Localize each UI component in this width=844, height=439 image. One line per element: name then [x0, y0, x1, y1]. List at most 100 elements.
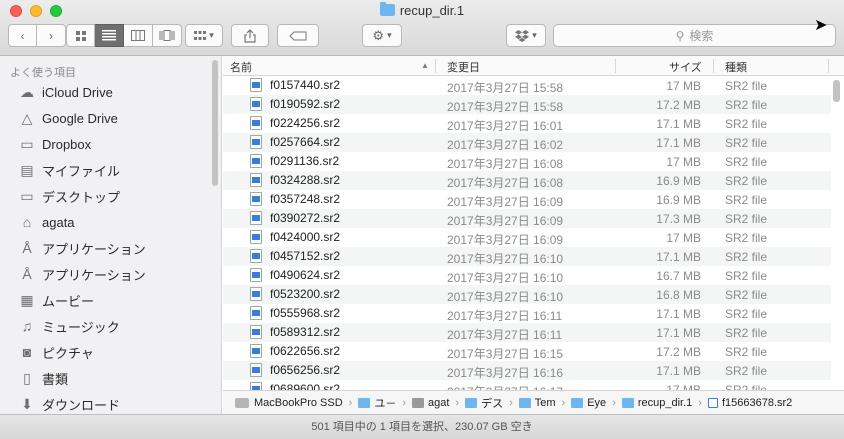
file-icon	[250, 344, 262, 358]
file-kind: SR2 file	[725, 231, 768, 245]
breadcrumb-item[interactable]: Tem ›	[518, 397, 565, 409]
file-name-cell: f0523200.sr2	[250, 287, 340, 301]
table-row[interactable]: f0622656.sr2 2017年3月27日 16:15 17.2 MB SR2 f…	[223, 342, 831, 361]
sidebar-item-label: アプリケーション	[42, 267, 146, 283]
file-kind: SR2 file	[725, 174, 768, 188]
file-kind: SR2 file	[725, 364, 768, 378]
column-view-button[interactable]	[124, 24, 153, 47]
file-name: f0490624.sr2	[270, 268, 341, 282]
table-row[interactable]: f0689600.sr2 2017年3月27日 16:17 17 MB SR2 fil…	[223, 380, 831, 390]
document-icon: ▯	[23, 369, 31, 386]
file-name: f0589312.sr2	[270, 325, 341, 339]
file-kind: SR2 file	[725, 250, 768, 264]
dropbox-button[interactable]: ▾	[506, 24, 546, 47]
breadcrumb-label: MacBookPro SSD	[254, 396, 343, 409]
back-button[interactable]: ‹	[8, 24, 37, 47]
file-date: 2017年3月27日 16:09	[447, 233, 564, 247]
table-row[interactable]: f0257664.sr2 2017年3月27日 16:02 17.1 MB SR2 f…	[223, 133, 831, 152]
file-kind: SR2 file	[725, 98, 768, 112]
sidebar-item[interactable]: ▦ ムービー	[0, 288, 210, 312]
table-row[interactable]: f0190592.sr2 2017年3月27日 15:58 17.2 MB SR2 f…	[223, 95, 831, 114]
table-row[interactable]: f0490624.sr2 2017年3月27日 16:10 16.7 MB SR2 f…	[223, 266, 831, 285]
sidebar-item[interactable]: ⌂ agata	[0, 210, 210, 234]
file-name-cell: f0589312.sr2	[250, 325, 340, 339]
table-row[interactable]: f0390272.sr2 2017年3月27日 16:09 17.3 MB SR2 f…	[223, 209, 831, 228]
file-kind: SR2 file	[725, 307, 768, 321]
sidebar-item[interactable]: Å アプリケーション	[0, 262, 210, 286]
sidebar-item-label: マイファイル	[42, 163, 121, 179]
file-date: 2017年3月27日 16:10	[447, 271, 564, 285]
sidebar-item[interactable]: ☁ iCloud Drive	[0, 80, 210, 104]
file-date: 2017年3月27日 16:08	[447, 176, 564, 190]
file-size: 17 MB	[666, 79, 701, 93]
sidebar-item[interactable]: ♫ ミュージック	[0, 314, 210, 338]
file-name: f0656256.sr2	[270, 363, 341, 377]
table-row[interactable]: f0457152.sr2 2017年3月27日 16:10 17.1 MB SR2 f…	[223, 247, 831, 266]
chevron-right-icon: ›	[402, 396, 406, 409]
table-row[interactable]: f0656256.sr2 2017年3月27日 16:16 17.1 MB SR2 f…	[223, 361, 831, 380]
list-scrollbar[interactable]	[833, 80, 840, 102]
breadcrumb-item[interactable]: agat ›	[412, 397, 459, 409]
sidebar-item-label: Google Drive	[42, 110, 118, 126]
search-placeholder: 検索	[689, 29, 714, 43]
table-row[interactable]: f0424000.sr2 2017年3月27日 16:09 17 MB SR2 fil…	[223, 228, 831, 247]
breadcrumb-item[interactable]: recup_dir.1 ›	[621, 397, 702, 409]
search-field[interactable]: ⚲ 検索	[553, 24, 836, 47]
file-name: f0424000.sr2	[270, 230, 341, 244]
cover-flow-button[interactable]	[153, 24, 182, 47]
desktop-icon: ▭	[20, 187, 34, 204]
breadcrumb-item[interactable]: MacBookPro SSD ›	[235, 397, 352, 409]
file-date: 2017年3月27日 16:01	[447, 119, 564, 133]
search-icon: ⚲	[675, 28, 685, 43]
list-view-button[interactable]	[95, 24, 124, 47]
sidebar-item[interactable]: ▭ デスクトップ	[0, 184, 210, 208]
table-row[interactable]: f0555968.sr2 2017年3月27日 16:11 17.1 MB SR2 f…	[223, 304, 831, 323]
sidebar-item[interactable]: ⬇ ダウンロード	[0, 392, 210, 414]
table-row[interactable]: f0523200.sr2 2017年3月27日 16:10 16.8 MB SR2 f…	[223, 285, 831, 304]
table-row[interactable]: f0291136.sr2 2017年3月27日 16:08 17 MB SR2 fil…	[223, 152, 831, 171]
apps-icon: Å	[22, 240, 32, 256]
file-size: 17.1 MB	[656, 136, 701, 150]
folder-icon	[621, 397, 634, 408]
group-by-button[interactable]: ▾	[185, 24, 223, 47]
folder-icon	[518, 397, 531, 408]
share-button[interactable]	[231, 24, 269, 47]
status-bar: 501 項目中の 1 項目を選択、230.07 GB 空き	[0, 414, 844, 439]
breadcrumb-item[interactable]: f15663678.sr2	[707, 397, 792, 409]
file-name-cell: f0291136.sr2	[250, 154, 339, 168]
sidebar-item[interactable]: ▭ Dropbox	[0, 132, 210, 156]
breadcrumb-item[interactable]: ユ－ ›	[358, 395, 406, 411]
sidebar-item[interactable]: ▤ マイファイル	[0, 158, 210, 182]
table-row[interactable]: f0589312.sr2 2017年3月27日 16:11 17.1 MB SR2 f…	[223, 323, 831, 342]
table-row[interactable]: f0157440.sr2 2017年3月27日 15:58 17 MB SR2 fil…	[223, 76, 831, 95]
table-row[interactable]: f0224256.sr2 2017年3月27日 16:01 17.1 MB SR2 f…	[223, 114, 831, 133]
file-date: 2017年3月27日 16:09	[447, 214, 564, 228]
sidebar-item[interactable]: ▯ 書類	[0, 366, 210, 390]
column-header-name[interactable]: 名前	[230, 59, 252, 75]
chevron-right-icon: ›	[49, 28, 53, 43]
breadcrumb-item[interactable]: Eye ›	[571, 397, 616, 409]
sidebar-item[interactable]: Å アプリケーション	[0, 236, 210, 260]
table-row[interactable]: f0357248.sr2 2017年3月27日 16:09 16.9 MB SR2 f…	[223, 190, 831, 209]
table-row[interactable]: f0324288.sr2 2017年3月27日 16:08 16.9 MB SR2 f…	[223, 171, 831, 190]
breadcrumb-label: デス	[481, 397, 504, 410]
column-header-date[interactable]: 変更日	[447, 59, 480, 75]
file-name: f0257664.sr2	[270, 135, 341, 149]
sidebar-item[interactable]: ◙ ピクチャ	[0, 340, 210, 364]
sidebar-item-label: agata	[42, 214, 75, 230]
file-name: f0324288.sr2	[270, 173, 341, 187]
sidebar-item-label: ミュージック	[42, 319, 120, 335]
column-header-size[interactable]: サイズ	[669, 59, 702, 75]
forward-button[interactable]: ›	[37, 24, 66, 47]
tag-button[interactable]	[277, 24, 319, 47]
film-icon: ▦	[20, 291, 34, 308]
sidebar-scrollbar[interactable]	[212, 60, 218, 186]
sidebar-item[interactable]: △ Google Drive	[0, 106, 210, 130]
action-button[interactable]: ⚙ ▾	[362, 24, 402, 47]
icon-view-button[interactable]	[66, 24, 95, 47]
chevron-right-icon: ›	[455, 396, 460, 409]
file-name: f0457152.sr2	[270, 249, 341, 263]
sidebar-item-label: 書類	[42, 371, 69, 387]
breadcrumb-item[interactable]: デス ›	[465, 395, 513, 411]
column-header-kind[interactable]: 種類	[725, 59, 747, 75]
